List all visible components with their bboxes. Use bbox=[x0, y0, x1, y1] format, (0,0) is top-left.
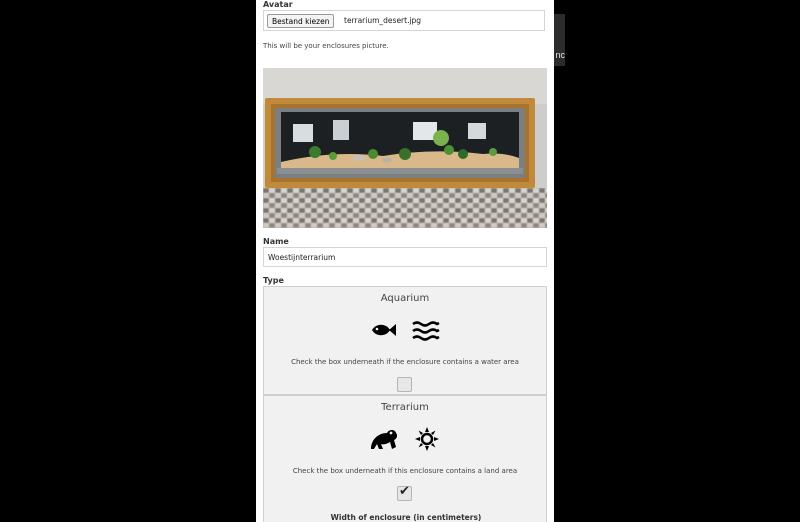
terrarium-photo bbox=[263, 68, 547, 228]
terrarium-checkbox[interactable]: ✔ bbox=[397, 484, 412, 501]
width-label: Width of enclosure (in centimeters) bbox=[330, 513, 482, 522]
aquarium-title: Aquarium bbox=[380, 293, 430, 304]
type-label: Type bbox=[263, 276, 284, 285]
avatar-file-input[interactable]: Bestand kiezen terrarium_desert.jpg bbox=[263, 10, 545, 31]
waves-icon bbox=[412, 321, 440, 341]
checkmark-icon: ✔ bbox=[399, 484, 410, 499]
avatar-help-text: This will be your enclosures picture. bbox=[263, 42, 389, 50]
type-option-aquarium: Aquarium Check the box underneath if the… bbox=[263, 286, 547, 395]
side-panel-tab[interactable]: nc bbox=[553, 14, 565, 66]
frog-icon bbox=[371, 430, 398, 449]
selected-file-name: terrarium_desert.jpg bbox=[344, 16, 422, 25]
name-label: Name bbox=[263, 237, 289, 246]
type-option-terrarium: Terrarium Check the box underneath if th… bbox=[263, 395, 547, 522]
aquarium-help-text: Check the box underneath if the enclosur… bbox=[291, 358, 519, 366]
aquarium-checkbox[interactable] bbox=[397, 377, 412, 392]
fish-icon bbox=[372, 324, 396, 336]
choose-file-button[interactable]: Bestand kiezen bbox=[267, 14, 335, 28]
enclosure-avatar-image bbox=[263, 68, 547, 228]
terrarium-help-text: Check the box underneath if this enclosu… bbox=[292, 467, 518, 475]
avatar-label: Avatar bbox=[263, 0, 293, 9]
terrarium-title: Terrarium bbox=[381, 402, 429, 413]
sun-icon bbox=[415, 427, 439, 451]
enclosure-form: Avatar Bestand kiezen terrarium_desert.j… bbox=[256, 0, 554, 522]
side-panel-tab-label: nc bbox=[555, 50, 565, 60]
name-input[interactable]: Woestijnterrarium bbox=[263, 247, 547, 267]
